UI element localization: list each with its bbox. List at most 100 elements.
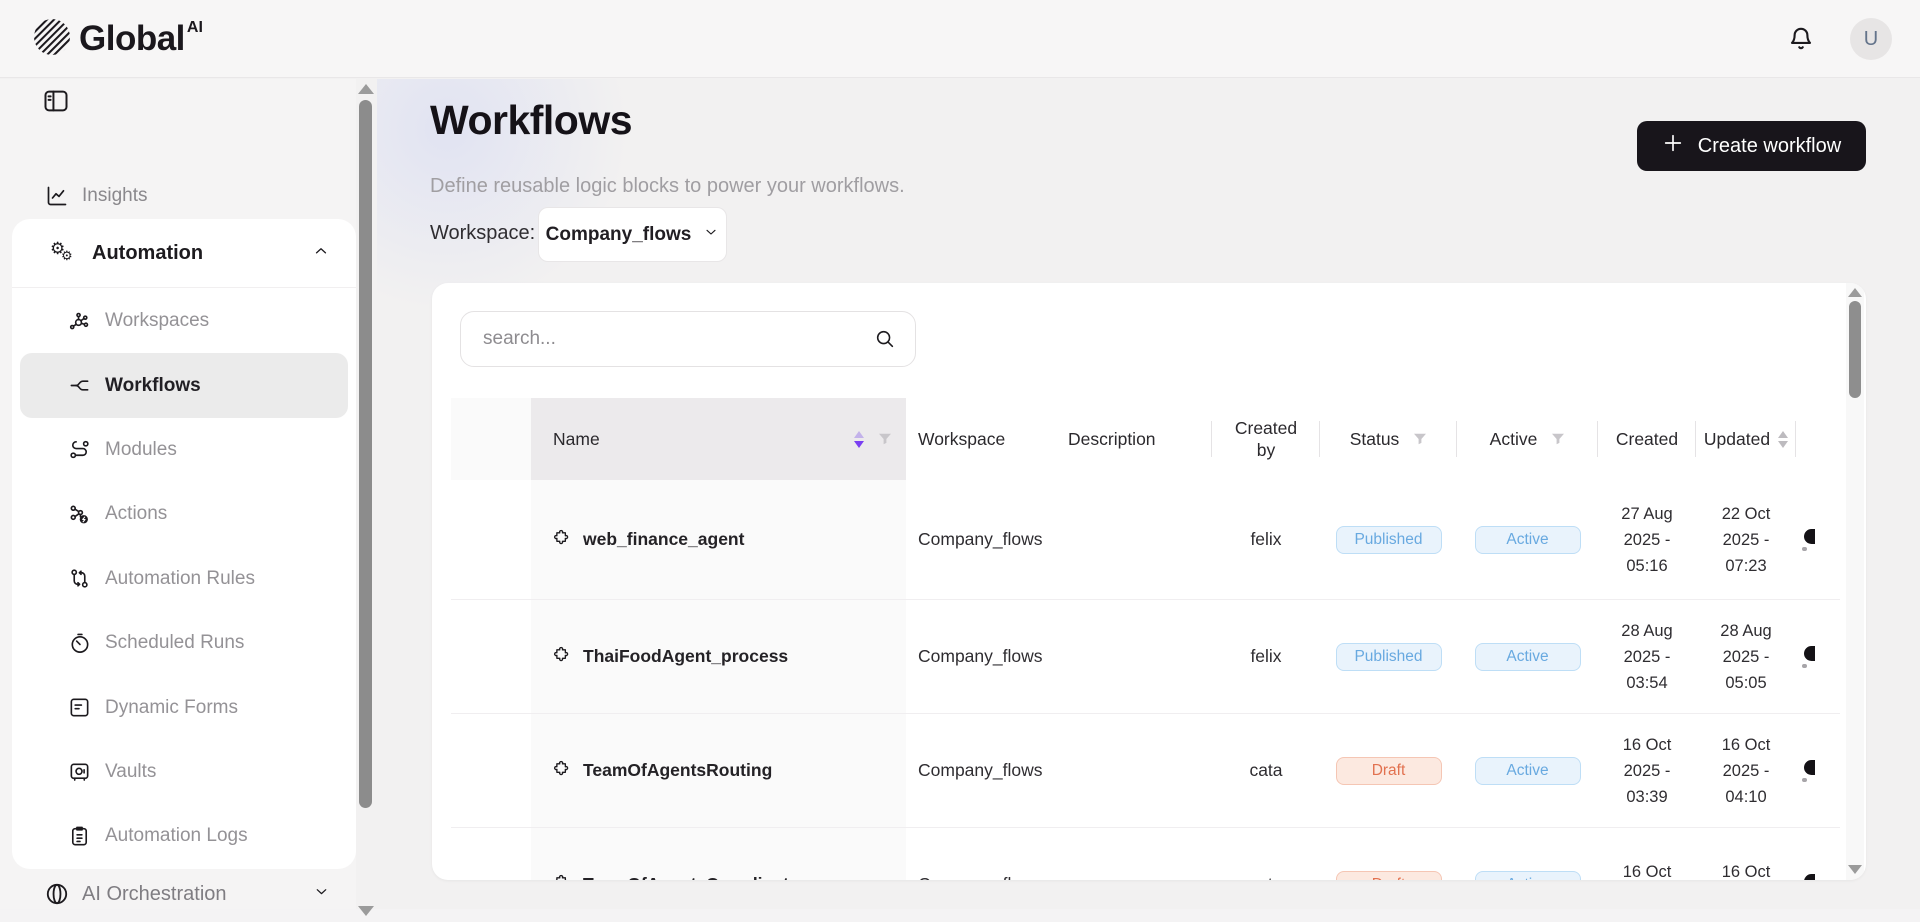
row-status-cell: Published [1320, 480, 1457, 599]
actions-bolt-icon [68, 503, 91, 526]
row-name-cell[interactable]: TeamOfAgentsRouting [531, 714, 906, 827]
sidebar-scroll-up-arrow[interactable] [358, 84, 374, 94]
brain-icon [44, 881, 70, 907]
sidebar-item-label: Automation Logs [105, 825, 248, 847]
notifications-bell-icon[interactable] [1786, 24, 1816, 54]
row-created-cell: 28 Aug 2025 - 03:54 [1598, 600, 1696, 713]
table-scrollbar [1846, 283, 1864, 880]
sidebar-item-label: Actions [105, 503, 167, 525]
brand-logo[interactable]: Global AI [33, 18, 203, 61]
column-label: Workspace [918, 428, 1005, 450]
sidebar-item-label: Workflows [105, 375, 201, 397]
status-badge: Draft [1336, 757, 1442, 785]
chevron-down-icon [703, 224, 719, 245]
create-workflow-button[interactable]: Create workflow [1637, 121, 1866, 171]
workspace-selected-value: Company_flows [546, 224, 692, 246]
chevron-down-icon[interactable] [313, 883, 330, 905]
row-actions-cell[interactable] [1796, 480, 1840, 599]
page-subtitle: Define reusable logic blocks to power yo… [430, 175, 905, 198]
column-label: Created [1616, 428, 1678, 450]
sidebar-group-automation[interactable]: ⚙⚙ Automation [12, 219, 356, 288]
sidebar-item-insights[interactable]: Insights [0, 165, 356, 227]
clipboard-log-icon [68, 825, 91, 848]
row-action-dot [1802, 547, 1807, 551]
sidebar-item-workflows[interactable]: Workflows [20, 353, 348, 417]
row-active-cell: Active [1457, 480, 1598, 599]
puzzle-icon [553, 873, 572, 881]
row-workspace-cell: Company_flows [906, 600, 1056, 713]
table-row[interactable]: ThaiFoodAgent_process Company_flows feli… [451, 600, 1840, 714]
row-updated-cell: 16 Oct 2025 - 04:10 [1696, 714, 1796, 827]
row-actions-cell[interactable] [1796, 828, 1840, 880]
workflow-name: ThaiFoodAgent_process [583, 646, 788, 667]
sidebar-item-automation-rules[interactable]: Automation Rules [12, 547, 356, 611]
header-cell-workspace[interactable]: Workspace [906, 398, 1056, 480]
row-active-cell: Active [1457, 828, 1598, 880]
row-name-cell[interactable]: web_finance_agent [531, 480, 906, 599]
filter-status-icon[interactable] [1413, 433, 1427, 445]
row-name-cell[interactable]: TeamOfAgentsCoordinate [531, 828, 906, 880]
sidebar-item-label: Dynamic Forms [105, 697, 238, 719]
brand-mark-icon [33, 18, 71, 61]
header-cell-created-by[interactable]: Created by [1212, 398, 1320, 480]
search-input[interactable] [460, 311, 916, 367]
sidebar-item-workspaces[interactable]: Workspaces [12, 289, 356, 353]
header-cell-name[interactable]: Name [531, 398, 906, 480]
table-row[interactable]: TeamOfAgentsRouting Company_flows cata D… [451, 714, 1840, 828]
row-action-icon-partial[interactable] [1804, 874, 1815, 881]
row-created-cell: 16 Oct 2025 - 03:39 [1598, 714, 1696, 827]
horizontal-scrollbar-track[interactable] [0, 909, 1920, 922]
header-cell-updated[interactable]: Updated [1696, 398, 1796, 480]
row-name-cell[interactable]: ThaiFoodAgent_process [531, 600, 906, 713]
active-badge: Active [1475, 871, 1581, 881]
header-cell-created[interactable]: Created [1598, 398, 1696, 480]
header-cell-lead [451, 398, 531, 480]
status-badge: Published [1336, 643, 1442, 671]
table-body: web_finance_agent Company_flows felix Pu… [451, 480, 1840, 880]
puzzle-icon [553, 759, 572, 783]
filter-name-icon[interactable] [878, 433, 892, 445]
sidebar-item-vaults[interactable]: Vaults [12, 740, 356, 804]
workspace-select[interactable]: Company_flows [538, 207, 727, 262]
column-label: Created by [1231, 417, 1301, 461]
sidebar-scroll-down-arrow[interactable] [358, 906, 374, 916]
user-avatar[interactable]: U [1850, 18, 1892, 60]
row-workspace-cell: Company_flows [906, 828, 1056, 880]
table-row[interactable]: web_finance_agent Company_flows felix Pu… [451, 480, 1840, 600]
sidebar-item-actions[interactable]: Actions [12, 482, 356, 546]
header-cell-active[interactable]: Active [1457, 398, 1598, 480]
row-action-icon-partial[interactable] [1804, 529, 1815, 544]
chevron-up-icon[interactable] [312, 242, 330, 265]
rules-compare-icon [68, 567, 91, 590]
table-row[interactable]: TeamOfAgentsCoordinate Company_flows cat… [451, 828, 1840, 880]
header-cell-description[interactable]: Description [1056, 398, 1212, 480]
sidebar-item-modules[interactable]: Modules [12, 418, 356, 482]
create-workflow-label: Create workflow [1698, 135, 1841, 158]
sidebar-item-dynamic-forms[interactable]: Dynamic Forms [12, 675, 356, 739]
column-label: Description [1068, 428, 1156, 450]
row-status-cell: Published [1320, 600, 1457, 713]
row-action-icon-partial[interactable] [1804, 646, 1815, 661]
row-workspace-cell: Company_flows [906, 480, 1056, 599]
filter-active-icon[interactable] [1551, 433, 1565, 445]
table-scrollbar-thumb[interactable] [1849, 301, 1861, 398]
search-icon[interactable] [874, 328, 896, 350]
sidebar-item-scheduled-runs[interactable]: Scheduled Runs [12, 611, 356, 675]
sidebar-item-automation-logs[interactable]: Automation Logs [12, 804, 356, 868]
table-scroll-down-arrow[interactable] [1848, 865, 1862, 874]
header-cell-status[interactable]: Status [1320, 398, 1457, 480]
table-scroll-up-arrow[interactable] [1848, 288, 1862, 297]
row-actions-cell[interactable] [1796, 600, 1840, 713]
row-actions-cell[interactable] [1796, 714, 1840, 827]
sidebar-scrollbar-thumb[interactable] [359, 100, 372, 808]
sidebar-item-label: Insights [82, 185, 147, 207]
brand-name: Global [79, 18, 185, 60]
sort-name-icon[interactable] [854, 431, 864, 448]
workflow-name: TeamOfAgentsCoordinate [583, 874, 799, 880]
puzzle-icon [553, 528, 572, 552]
row-action-icon-partial[interactable] [1804, 760, 1815, 775]
sidebar-group-label: Automation [92, 242, 298, 265]
sort-updated-icon[interactable] [1778, 431, 1788, 448]
sidebar-item-label: Automation Rules [105, 568, 255, 590]
sidebar-toggle-icon[interactable] [42, 87, 70, 115]
